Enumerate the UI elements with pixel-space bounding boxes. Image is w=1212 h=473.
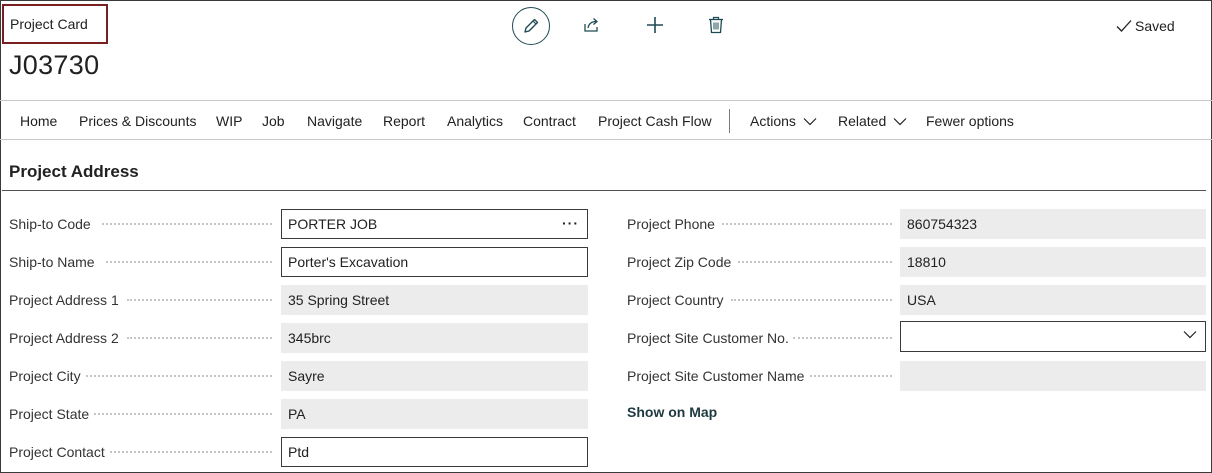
ship-to-code-value: PORTER JOB <box>288 216 378 232</box>
ship-to-code-label: Ship-to Code <box>9 216 91 232</box>
related-label: Related <box>838 113 887 129</box>
trash-icon <box>709 16 723 34</box>
fewer-options-button[interactable]: Fewer options <box>926 101 1014 141</box>
project-contact-value: Ptd <box>288 444 310 460</box>
leader-dots <box>127 337 272 339</box>
lookup-ellipsis-icon[interactable]: ··· <box>562 215 579 231</box>
project-address-1-field[interactable]: 35 Spring Street <box>281 285 588 315</box>
project-site-customer-no-label: Project Site Customer No. <box>627 330 789 346</box>
page-title-text: Project Card <box>10 16 88 32</box>
record-number: J03730 <box>9 50 100 80</box>
project-phone-value: 860754323 <box>907 216 978 232</box>
project-state-label: Project State <box>9 406 90 422</box>
project-country-field[interactable]: USA <box>900 285 1206 315</box>
project-zip-code-value: 18810 <box>907 254 946 270</box>
chevron-down-icon <box>1183 331 1197 339</box>
plus-icon <box>647 17 663 33</box>
ship-to-name-value: Porter's Excavation <box>288 254 409 270</box>
section-divider <box>2 190 1206 191</box>
leader-dots <box>110 451 272 453</box>
project-country-label: Project Country <box>627 292 724 308</box>
leader-dots <box>731 299 892 301</box>
action-contract[interactable]: Contract <box>523 101 576 141</box>
edit-button[interactable] <box>512 7 550 45</box>
saved-status: Saved <box>1116 16 1175 36</box>
action-prices-discounts[interactable]: Prices & Discounts <box>79 101 196 141</box>
action-navigate[interactable]: Navigate <box>307 101 362 141</box>
leader-dots <box>738 261 892 263</box>
pencil-icon <box>524 18 539 33</box>
action-wip[interactable]: WIP <box>216 101 242 141</box>
ship-to-name-label: Ship-to Name <box>9 254 95 270</box>
leader-dots <box>722 223 892 225</box>
leader-dots <box>793 337 892 339</box>
show-on-map-link[interactable]: Show on Map <box>627 404 717 420</box>
leader-dots <box>86 375 272 377</box>
project-site-customer-name-label: Project Site Customer Name <box>627 368 805 384</box>
project-contact-field[interactable]: Ptd <box>281 437 588 467</box>
project-zip-code-label: Project Zip Code <box>627 254 732 270</box>
share-button[interactable] <box>580 12 604 38</box>
project-country-value: USA <box>907 292 936 308</box>
new-button[interactable] <box>643 12 667 38</box>
leader-dots <box>127 299 272 301</box>
page-title: Project Card <box>2 4 108 44</box>
action-project-cash-flow[interactable]: Project Cash Flow <box>598 101 712 141</box>
project-phone-label: Project Phone <box>627 216 715 232</box>
action-home[interactable]: Home <box>20 101 57 141</box>
actions-label: Actions <box>750 113 796 129</box>
project-phone-field[interactable]: 860754323 <box>900 209 1206 239</box>
share-icon <box>584 18 598 32</box>
action-job[interactable]: Job <box>262 101 285 141</box>
project-state-value: PA <box>288 406 306 422</box>
project-address-1-value: 35 Spring Street <box>288 292 390 308</box>
project-address-1-label: Project Address 1 <box>9 292 119 308</box>
saved-label: Saved <box>1135 18 1175 34</box>
chevron-down-icon <box>803 117 817 125</box>
project-site-customer-name-field[interactable] <box>900 361 1206 391</box>
ship-to-name-field[interactable]: Porter's Excavation <box>281 247 588 277</box>
leader-dots <box>106 261 272 263</box>
section-title[interactable]: Project Address <box>9 162 139 182</box>
project-city-label: Project City <box>9 368 81 384</box>
action-bar: Home Prices & Discounts WIP Job Navigate… <box>0 100 1212 140</box>
project-site-customer-no-select[interactable] <box>900 321 1206 352</box>
project-contact-label: Project Contact <box>9 444 105 460</box>
leader-dots <box>810 375 892 377</box>
leader-dots <box>102 223 272 225</box>
delete-button[interactable] <box>704 12 728 38</box>
project-city-field[interactable]: Sayre <box>281 361 588 391</box>
actions-menu[interactable]: Actions <box>750 101 817 141</box>
project-address-2-field[interactable]: 345brc <box>281 323 588 353</box>
ship-to-code-field[interactable]: PORTER JOB ··· <box>281 209 588 239</box>
project-zip-code-field[interactable]: 18810 <box>900 247 1206 277</box>
project-address-2-value: 345brc <box>288 330 331 346</box>
related-menu[interactable]: Related <box>838 101 907 141</box>
action-report[interactable]: Report <box>383 101 425 141</box>
chevron-down-icon <box>893 117 907 125</box>
action-separator <box>729 109 730 133</box>
action-analytics[interactable]: Analytics <box>447 101 503 141</box>
leader-dots <box>94 413 272 415</box>
checkmark-icon <box>1116 20 1132 32</box>
project-city-value: Sayre <box>288 368 325 384</box>
project-address-2-label: Project Address 2 <box>9 330 119 346</box>
project-state-field[interactable]: PA <box>281 399 588 429</box>
